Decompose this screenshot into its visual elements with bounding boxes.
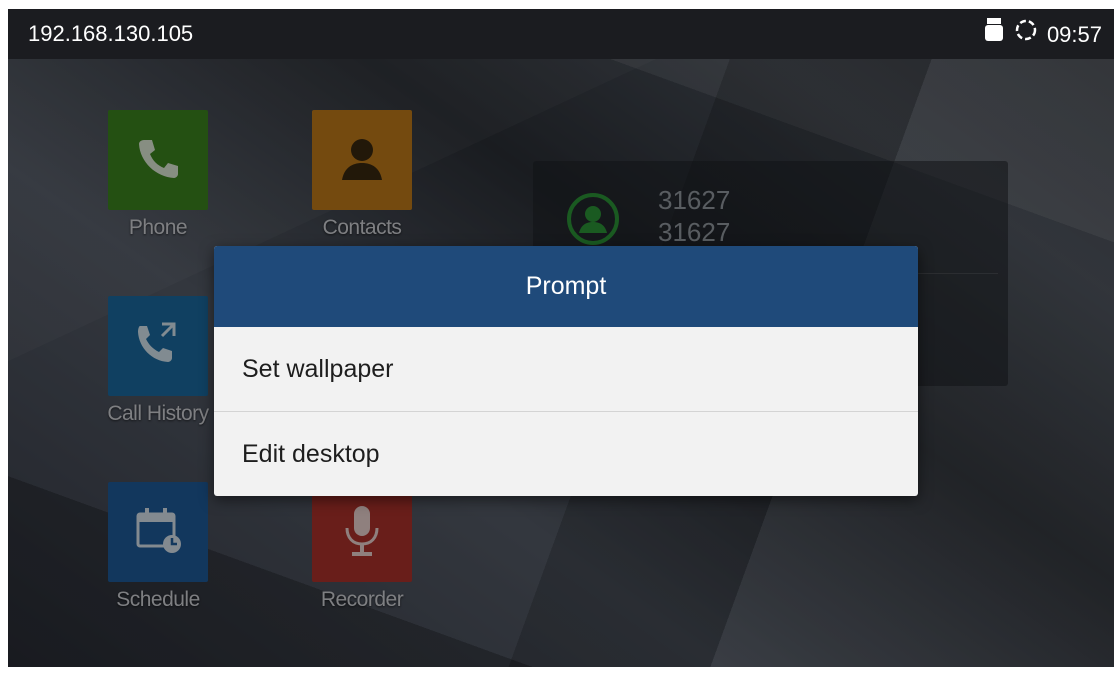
ip-address: 192.168.130.105: [28, 21, 194, 46]
prompt-dialog: Prompt Set wallpaper Edit desktop: [214, 246, 918, 496]
status-icons: 09:57: [983, 17, 1102, 53]
dialog-title: Prompt: [214, 246, 918, 327]
phone-screen: 192.168.130.105 09:57 Phone Contacts Cal…: [8, 9, 1114, 667]
status-bar: 192.168.130.105 09:57: [8, 9, 1114, 59]
sync-icon: [1013, 17, 1039, 53]
usb-icon: [983, 17, 1005, 53]
edit-desktop-option[interactable]: Edit desktop: [214, 412, 918, 496]
set-wallpaper-option[interactable]: Set wallpaper: [214, 327, 918, 411]
clock: 09:57: [1046, 22, 1102, 47]
